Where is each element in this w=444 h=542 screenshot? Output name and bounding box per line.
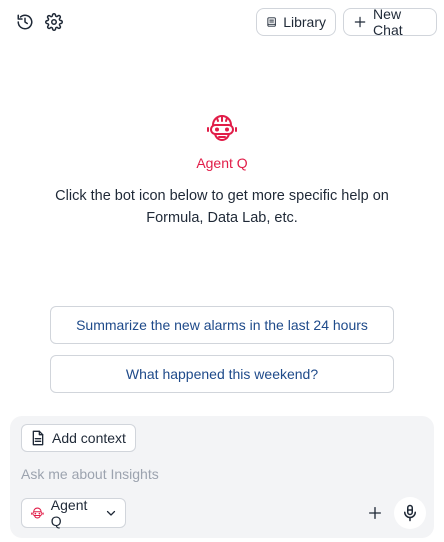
agent-description: Click the bot icon below to get more spe… [55,188,389,226]
new-chat-button[interactable]: New Chat [343,6,437,38]
message-input[interactable] [21,462,421,486]
composer: Add context Agent Q [10,416,434,538]
suggestion-button[interactable]: Summarize the new alarms in the last 24 … [50,306,394,344]
microphone-icon [404,504,416,522]
book-icon [267,17,276,27]
plus-icon [354,16,366,28]
history-icon [17,14,33,30]
add-context-button[interactable]: Add context [21,424,136,452]
new-chat-label: New Chat [373,6,403,38]
top-bar: Library New Chat [0,0,444,44]
robot-icon [204,110,240,146]
suggestion-button[interactable]: What happened this weekend? [50,355,394,393]
add-context-label: Add context [52,430,126,446]
gear-icon [45,13,63,31]
chevron-down-icon [105,507,117,519]
library-button[interactable]: Library [256,8,336,36]
document-icon [32,430,44,446]
robot-icon [31,507,44,519]
agent-intro: Agent Q Click the bot icon below to get … [0,110,444,229]
agent-select[interactable]: Agent Q [21,497,126,529]
history-button[interactable] [14,11,36,33]
library-label: Library [283,14,326,30]
plus-icon [369,507,381,519]
microphone-button[interactable] [394,497,426,529]
attach-button[interactable] [364,502,386,524]
agent-name: Agent Q [196,155,248,171]
agent-select-value: Agent Q [50,497,88,529]
settings-button[interactable] [43,11,65,33]
